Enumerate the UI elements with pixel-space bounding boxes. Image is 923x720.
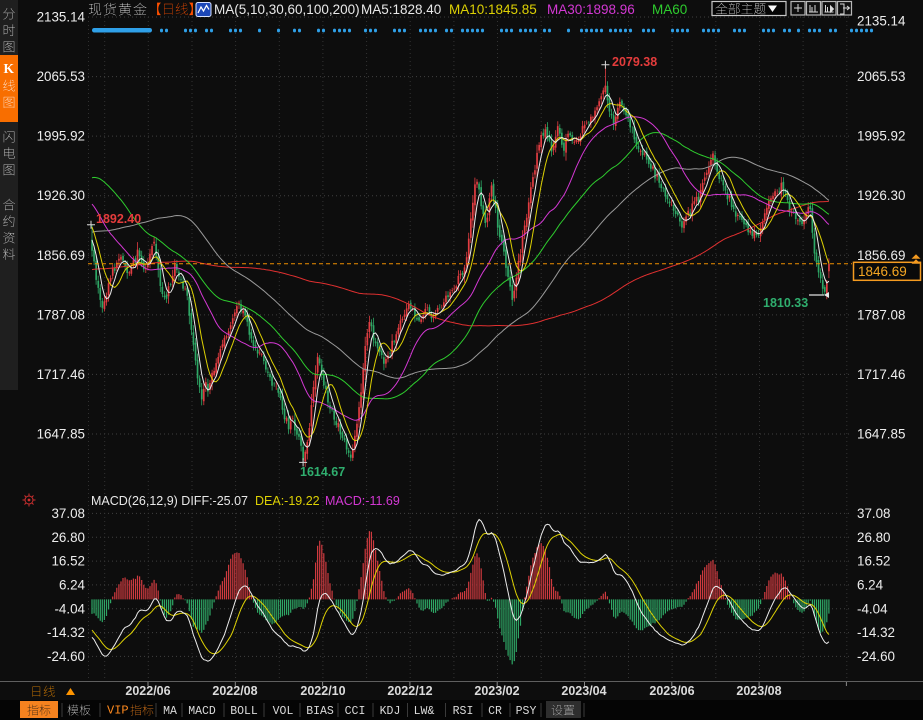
svg-text:MA: MA (163, 705, 177, 718)
svg-text:MACD(26,12,9) DIFF:-25.07: MACD(26,12,9) DIFF:-25.07 (91, 494, 248, 508)
svg-text:26.80: 26.80 (51, 530, 85, 545)
svg-text:MACD:-11.69: MACD:-11.69 (325, 494, 400, 508)
svg-text:DEA:-19.22: DEA:-19.22 (255, 494, 320, 508)
svg-text:2079.38: 2079.38 (612, 55, 657, 69)
svg-text:1926.30: 1926.30 (37, 188, 85, 203)
svg-text:1647.85: 1647.85 (857, 427, 905, 442)
svg-text:2023/02: 2023/02 (474, 684, 519, 698)
svg-text:2022/12: 2022/12 (387, 684, 432, 698)
svg-text:2023/04: 2023/04 (561, 684, 606, 698)
svg-text:2023/08: 2023/08 (736, 684, 781, 698)
svg-text:2022/08: 2022/08 (212, 684, 257, 698)
svg-text:BOLL: BOLL (230, 705, 258, 718)
svg-text:1846.69: 1846.69 (858, 264, 907, 279)
svg-text:PSY: PSY (516, 705, 537, 718)
svg-text:16.52: 16.52 (857, 554, 891, 569)
svg-text:1787.08: 1787.08 (37, 307, 85, 322)
svg-text:K: K (4, 61, 15, 76)
svg-text:2135.14: 2135.14 (37, 10, 86, 25)
svg-text:-14.32: -14.32 (857, 625, 895, 640)
svg-text:LW&: LW& (414, 705, 435, 718)
svg-text:1717.46: 1717.46 (857, 367, 905, 382)
svg-text:MA(5,10,30,60,100,200): MA(5,10,30,60,100,200) (214, 2, 360, 17)
svg-text:VOL: VOL (273, 705, 294, 718)
svg-text:1892.40: 1892.40 (96, 212, 141, 226)
svg-text:MACD: MACD (188, 705, 216, 718)
svg-text:1926.30: 1926.30 (857, 188, 905, 203)
svg-text:1995.92: 1995.92 (857, 129, 905, 144)
svg-text:2022/10: 2022/10 (300, 684, 345, 698)
svg-text:MA10:1845.85: MA10:1845.85 (449, 2, 537, 17)
svg-text:1856.69: 1856.69 (857, 248, 905, 263)
svg-text:37.08: 37.08 (857, 506, 891, 521)
svg-text:2135.14: 2135.14 (857, 14, 906, 29)
svg-text:MA60: MA60 (652, 2, 687, 17)
svg-text:BIAS: BIAS (306, 705, 334, 718)
svg-text:2065.53: 2065.53 (857, 69, 905, 84)
svg-text:1717.46: 1717.46 (37, 367, 85, 382)
svg-text:6.24: 6.24 (59, 577, 86, 592)
svg-text:RSI: RSI (453, 705, 474, 718)
svg-text:1995.92: 1995.92 (37, 129, 85, 144)
svg-text:CR: CR (488, 705, 502, 718)
svg-text:-24.60: -24.60 (47, 649, 85, 664)
svg-text:1647.85: 1647.85 (37, 427, 85, 442)
svg-text:CCI: CCI (345, 705, 366, 718)
svg-text:2023/06: 2023/06 (649, 684, 694, 698)
svg-text:2065.53: 2065.53 (37, 69, 85, 84)
svg-text:MA5:1828.40: MA5:1828.40 (361, 2, 441, 17)
svg-text:1614.67: 1614.67 (300, 465, 345, 479)
svg-text:1787.08: 1787.08 (857, 307, 905, 322)
svg-text:VIP: VIP (107, 704, 129, 718)
svg-text:37.08: 37.08 (51, 506, 85, 521)
svg-text:1856.69: 1856.69 (37, 248, 85, 263)
svg-text:KDJ: KDJ (380, 705, 401, 718)
svg-text:-4.04: -4.04 (857, 601, 888, 616)
svg-text:MA30:1898.96: MA30:1898.96 (547, 2, 635, 17)
svg-text:16.52: 16.52 (51, 554, 85, 569)
svg-text:26.80: 26.80 (857, 530, 891, 545)
svg-text:-14.32: -14.32 (47, 625, 85, 640)
svg-text:-24.60: -24.60 (857, 649, 895, 664)
svg-text:-4.04: -4.04 (54, 601, 85, 616)
svg-text:6.24: 6.24 (857, 577, 884, 592)
svg-text:2022/06: 2022/06 (125, 684, 170, 698)
svg-text:1810.33: 1810.33 (763, 296, 808, 310)
